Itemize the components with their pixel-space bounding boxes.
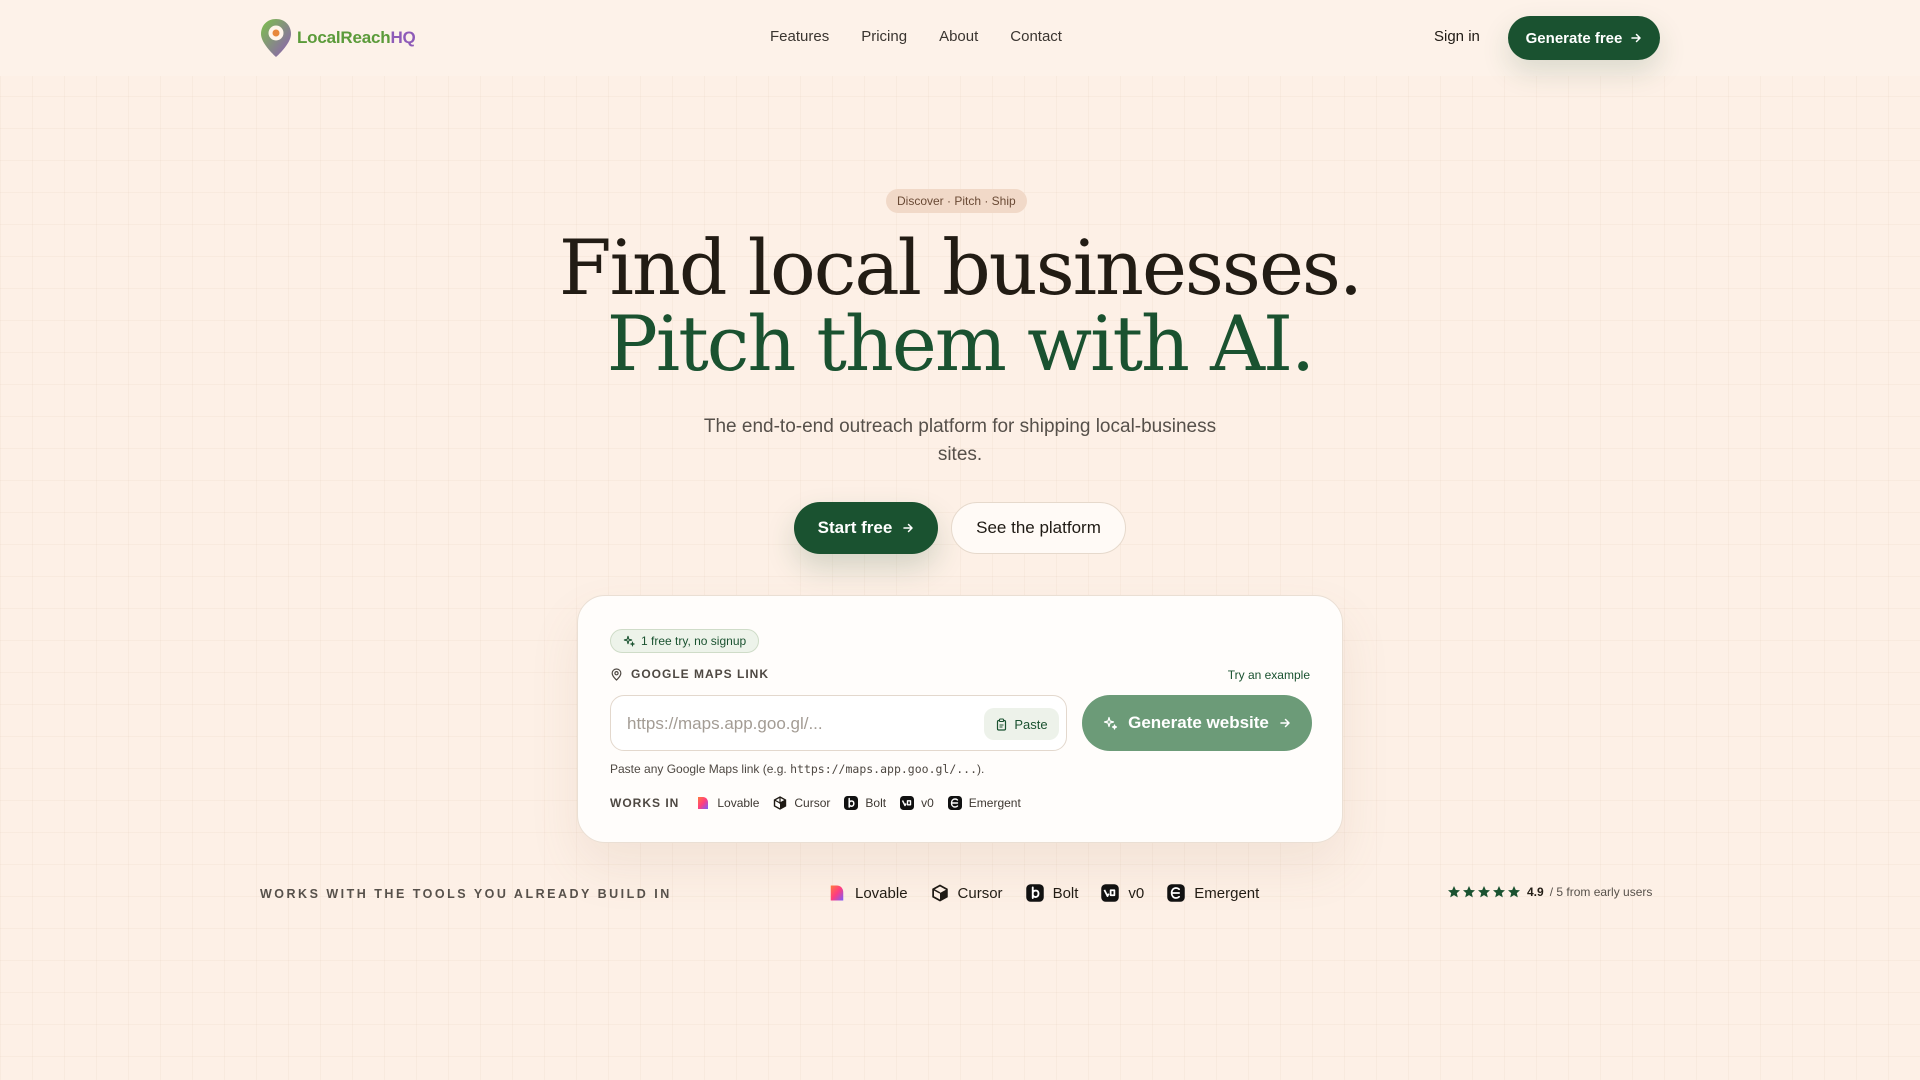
strip-tool-emergent-label: Emergent [1194,884,1260,902]
try-example-link[interactable]: Try an example [1228,668,1310,682]
paste-label: Paste [1014,716,1048,732]
tools-strip-label: WORKS WITH THE TOOLS YOU ALREADY BUILD I… [260,887,672,901]
hero-title-line1: Find local businesses. [558,223,1363,312]
star-icon [1463,886,1475,898]
nav-link-pricing[interactable]: Pricing [861,28,907,45]
cursor-icon [774,796,787,810]
hint-example-url: https://maps.app.goo.gl/... [790,762,978,776]
strip-tool-v0-label: v0 [1128,884,1145,902]
v0-icon [1101,884,1120,902]
emergent-icon [1167,884,1186,902]
tool-lovable: Lovable [695,795,759,811]
top-navigation: LocalReachHQ Features Pricing About Cont… [0,0,1920,76]
arrow-right-icon [1631,33,1642,43]
logo-text: LocalReachHQ [297,28,416,48]
bolt-icon [1025,884,1044,902]
emergent-icon [947,796,962,810]
strip-tool-bolt: Bolt [1025,883,1079,903]
tool-cursor-label: Cursor [794,796,831,810]
star-icon [1448,886,1460,898]
tool-v0: v0 [899,795,934,811]
strip-tool-cursor-label: Cursor [957,884,1003,902]
free-trial-badge: 1 free try, no signup [610,629,760,653]
tool-bolt: Bolt [843,795,886,811]
free-trial-label: 1 free try, no signup [641,634,747,648]
see-platform-button[interactable]: See the platform [951,502,1126,554]
strip-tool-cursor: Cursor [930,883,1003,903]
works-in-label: WORKS IN [610,796,680,810]
map-pin-logo-icon [261,19,291,57]
cursor-icon [931,884,948,902]
logo-text-accent: HQ [390,28,416,47]
user-rating: 4.9 / 5 from early users [1447,885,1652,899]
rating-stars [1447,885,1521,899]
lovable-icon [830,885,844,901]
maps-url-field: Paste [610,695,1067,751]
sparkle-icon [1104,716,1118,730]
tool-emergent: Emergent [947,795,1021,811]
hero-tag: Discover · Pitch · Ship [886,189,1027,213]
strip-tool-v0: v0 [1100,883,1144,903]
star-icon [1508,886,1520,898]
hint-prefix: Paste any Google Maps link (e.g. [610,762,791,776]
star-icon [1478,886,1490,898]
tool-v0-label: v0 [921,796,934,810]
v0-icon [900,796,915,810]
hero-subtitle: The end-to-end outreach platform for shi… [703,416,1217,465]
logo[interactable]: LocalReachHQ [259,17,416,59]
generate-free-button[interactable]: Generate free [1508,16,1660,60]
nav-link-contact[interactable]: Contact [1010,28,1062,45]
hint-suffix: ). [977,762,985,776]
rating-score: 4.9 [1527,885,1544,899]
bolt-icon [844,796,859,810]
sign-in-link[interactable]: Sign in [1434,28,1480,45]
strip-tool-emergent: Emergent [1166,883,1259,903]
maps-link-label-text: GOOGLE MAPS LINK [631,667,770,681]
star-icon [1493,886,1505,898]
arrow-right-icon [1280,718,1290,728]
sparkle-icon [623,635,635,647]
generate-free-label: Generate free [1525,29,1623,47]
tool-lovable-label: Lovable [717,796,760,810]
maps-link-label: GOOGLE MAPS LINK [610,667,769,681]
works-in-row: WORKS IN Lovable Cursor Bolt v0 Emergent [610,795,1034,811]
nav-link-about[interactable]: About [939,28,978,45]
generator-card: 1 free try, no signup GOOGLE MAPS LINK T… [577,595,1343,843]
generate-website-label: Generate website [1128,713,1269,732]
tools-strip: Lovable Cursor Bolt v0 Emergent [827,883,1281,903]
rating-caption: / 5 from early users [1549,885,1653,899]
logo-text-primary: LocalReach [297,28,391,47]
main-nav: Features Pricing About Contact [770,28,1062,45]
strip-tool-lovable-label: Lovable [855,884,908,902]
tool-cursor: Cursor [772,795,830,811]
tool-emergent-label: Emergent [968,796,1021,810]
start-free-label: Start free [817,518,893,537]
hero-title-line2: Pitch them with AI. [606,299,1315,388]
lovable-icon [698,797,709,809]
start-free-button[interactable]: Start free [794,502,938,554]
strip-tool-lovable: Lovable [827,883,908,903]
nav-link-features[interactable]: Features [770,28,829,45]
tool-bolt-label: Bolt [865,796,887,810]
maps-url-input[interactable] [627,712,957,736]
generate-website-button[interactable]: Generate website [1082,695,1312,751]
strip-tool-bolt-label: Bolt [1052,884,1079,902]
arrow-right-icon [903,523,914,533]
clipboard-icon [997,717,1007,731]
map-pin-icon [611,667,622,681]
paste-button[interactable]: Paste [984,708,1059,740]
maps-link-hint: Paste any Google Maps link (e.g. https:/… [610,762,984,776]
